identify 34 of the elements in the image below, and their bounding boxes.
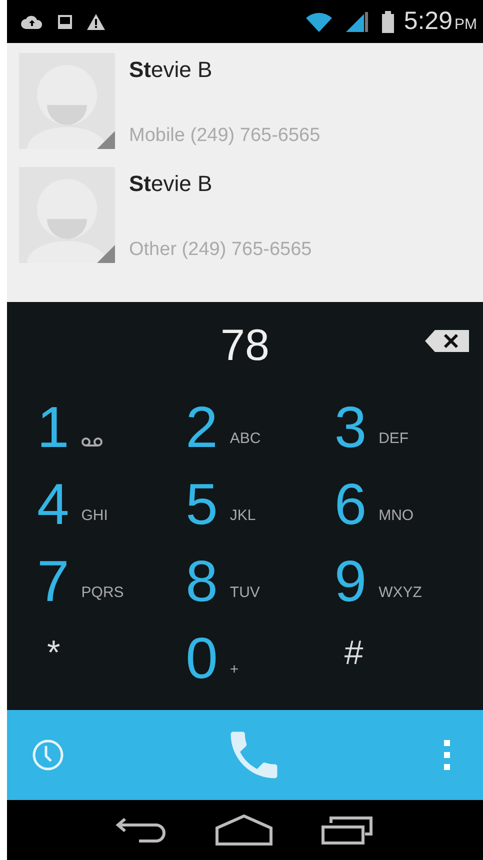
contact-row[interactable]: Stevie B Mobile (249) 765-6565 bbox=[7, 53, 483, 149]
back-icon[interactable] bbox=[115, 815, 167, 845]
wifi-icon bbox=[306, 12, 332, 32]
dial-key[interactable]: # bbox=[334, 621, 483, 698]
dialed-number: 78 bbox=[220, 321, 270, 371]
clock-meridiem: PM bbox=[454, 16, 477, 33]
home-icon[interactable] bbox=[215, 814, 273, 846]
warning-icon bbox=[87, 14, 105, 30]
dial-key[interactable]: 2 ABC bbox=[186, 390, 334, 467]
dial-key[interactable]: 4 GHI bbox=[37, 467, 186, 544]
dial-key[interactable]: * bbox=[37, 621, 186, 698]
signal-icon bbox=[346, 12, 368, 32]
phone-number: Mobile (249) 765-6565 bbox=[129, 125, 320, 147]
dial-key[interactable]: 6 MNO bbox=[334, 467, 483, 544]
phone-number: Other (249) 765-6565 bbox=[129, 239, 312, 261]
contact-row[interactable]: Stevie B Other (249) 765-6565 bbox=[7, 167, 483, 263]
battery-icon bbox=[382, 10, 394, 32]
cloud-upload-icon bbox=[21, 14, 43, 30]
dial-key[interactable]: 8 TUV bbox=[186, 544, 334, 621]
image-icon bbox=[57, 14, 73, 30]
avatar-placeholder-icon bbox=[19, 167, 115, 263]
contact-name: Stevie B bbox=[129, 171, 214, 197]
contact-name: Stevie B bbox=[129, 57, 214, 83]
backspace-icon[interactable] bbox=[425, 330, 469, 352]
dial-key[interactable]: 3 DEF bbox=[334, 390, 483, 467]
dial-key[interactable]: 1 bbox=[37, 390, 186, 467]
dial-key[interactable]: 0 + bbox=[186, 621, 334, 698]
dial-key[interactable]: 9 WXYZ bbox=[334, 544, 483, 621]
avatar-placeholder-icon bbox=[19, 53, 115, 149]
clock-time: 5:29 bbox=[404, 7, 452, 36]
dial-key[interactable]: 7 PQRS bbox=[37, 544, 186, 621]
recent-apps-icon[interactable] bbox=[321, 815, 375, 845]
dial-key[interactable]: 5 JKL bbox=[186, 467, 334, 544]
voicemail-icon bbox=[81, 437, 104, 447]
